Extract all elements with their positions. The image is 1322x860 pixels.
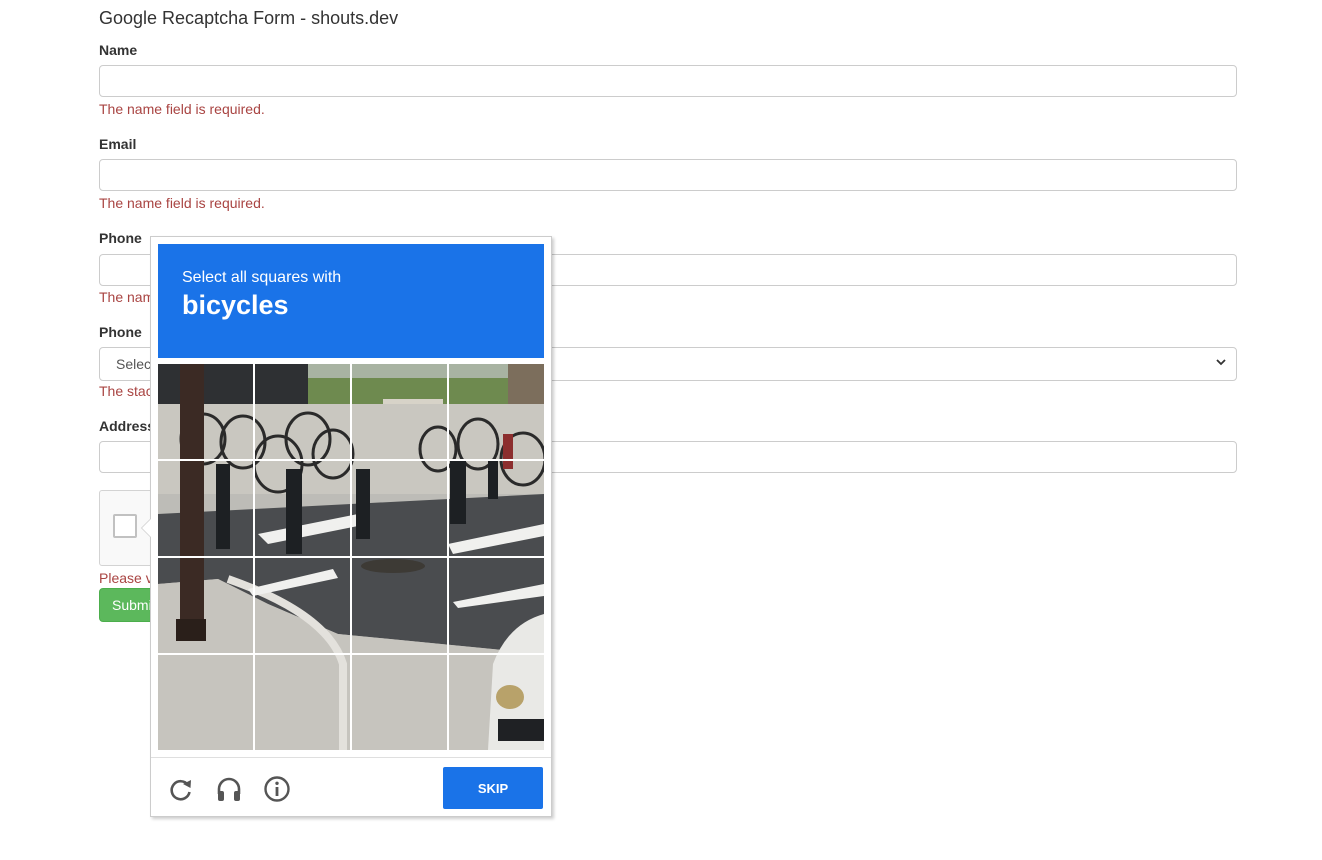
grid-tile[interactable] xyxy=(158,558,254,654)
grid-tile[interactable] xyxy=(255,655,351,750)
grid-tile[interactable] xyxy=(449,558,544,654)
grid-tile[interactable] xyxy=(255,558,351,654)
grid-tile[interactable] xyxy=(158,364,254,460)
headphones-icon[interactable] xyxy=(215,775,243,803)
grid-tile[interactable] xyxy=(158,461,254,557)
name-label: Name xyxy=(99,42,138,58)
challenge-image-grid xyxy=(158,364,544,750)
name-input[interactable] xyxy=(99,65,1237,97)
grid-tile[interactable] xyxy=(449,461,544,557)
page-title: Google Recaptcha Form - shouts.dev xyxy=(99,8,399,28)
reload-icon[interactable] xyxy=(167,775,195,803)
grid-divider xyxy=(158,653,544,655)
grid-tile[interactable] xyxy=(352,655,448,750)
email-label: Email xyxy=(99,136,137,152)
phone-error: The nam xyxy=(99,289,155,305)
grid-tile[interactable] xyxy=(352,364,448,460)
popup-arrow-inner xyxy=(142,519,151,537)
chevron-down-icon xyxy=(1216,359,1226,366)
captcha-error: Please v xyxy=(99,570,153,586)
challenge-instruction: Select all squares with xyxy=(182,269,342,286)
grid-divider xyxy=(158,556,544,558)
captcha-challenge-popup: Select all squares with bicycles SKIP xyxy=(141,236,552,817)
grid-divider xyxy=(158,459,544,461)
grid-tile[interactable] xyxy=(255,364,351,460)
state-label: Phone xyxy=(99,324,142,340)
grid-tile[interactable] xyxy=(352,558,448,654)
state-error: The stac xyxy=(99,383,153,399)
phone-label: Phone xyxy=(99,230,142,246)
email-error: The name field is required. xyxy=(99,195,265,211)
challenge-target: bicycles xyxy=(182,290,289,320)
state-select-value: Selec xyxy=(116,356,152,372)
grid-tile[interactable] xyxy=(449,364,544,460)
name-error: The name field is required. xyxy=(99,101,265,117)
grid-tile[interactable] xyxy=(352,461,448,557)
footer-divider xyxy=(151,757,551,758)
challenge-banner: Select all squares with bicycles xyxy=(158,244,544,358)
skip-button[interactable]: SKIP xyxy=(443,767,543,809)
email-input[interactable] xyxy=(99,159,1237,191)
info-icon[interactable] xyxy=(263,775,291,803)
grid-tile[interactable] xyxy=(449,655,544,750)
grid-tile[interactable] xyxy=(255,461,351,557)
grid-tile[interactable] xyxy=(158,655,254,750)
address-label: Address xyxy=(99,418,156,434)
recaptcha-checkbox[interactable] xyxy=(113,514,137,538)
